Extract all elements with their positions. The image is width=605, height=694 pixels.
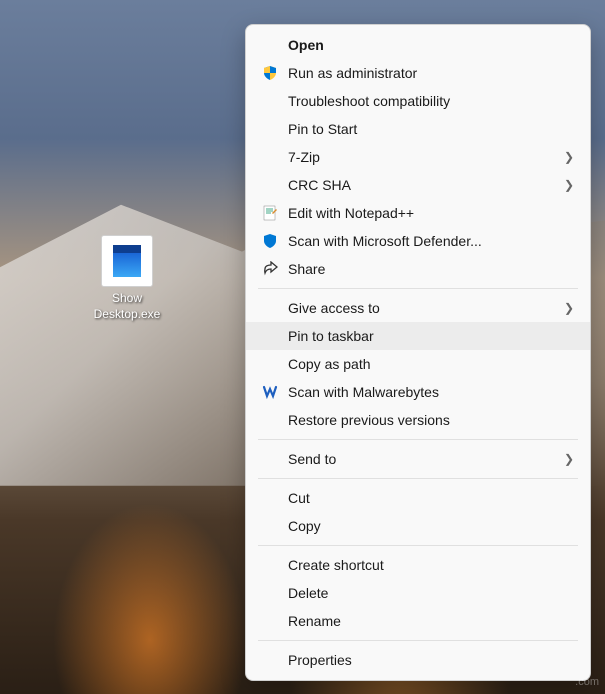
chevron-right-icon: ❯ — [564, 301, 574, 315]
menu-label: Restore previous versions — [288, 412, 574, 428]
menu-edit-notepad[interactable]: Edit with Notepad++ — [246, 199, 590, 227]
menu-label: CRC SHA — [288, 177, 564, 193]
menu-give-access[interactable]: Give access to ❯ — [246, 294, 590, 322]
menu-separator — [258, 545, 578, 546]
menu-cut[interactable]: Cut — [246, 484, 590, 512]
context-menu: Open Run as administrator Troubleshoot c… — [245, 24, 591, 681]
menu-scan-defender[interactable]: Scan with Microsoft Defender... — [246, 227, 590, 255]
menu-delete[interactable]: Delete — [246, 579, 590, 607]
menu-separator — [258, 478, 578, 479]
menu-label: Give access to — [288, 300, 564, 316]
menu-label: Edit with Notepad++ — [288, 205, 574, 221]
menu-restore-versions[interactable]: Restore previous versions — [246, 406, 590, 434]
menu-label: Send to — [288, 451, 564, 467]
defender-shield-icon — [258, 233, 282, 249]
menu-label: Rename — [288, 613, 574, 629]
chevron-right-icon: ❯ — [564, 150, 574, 164]
menu-rename[interactable]: Rename — [246, 607, 590, 635]
menu-run-admin[interactable]: Run as administrator — [246, 59, 590, 87]
menu-crc-sha[interactable]: CRC SHA ❯ — [246, 171, 590, 199]
menu-separator — [258, 439, 578, 440]
menu-separator — [258, 288, 578, 289]
chevron-right-icon: ❯ — [564, 452, 574, 466]
menu-open[interactable]: Open — [246, 31, 590, 59]
menu-label: Cut — [288, 490, 574, 506]
menu-label: Delete — [288, 585, 574, 601]
menu-properties[interactable]: Properties — [246, 646, 590, 674]
menu-create-shortcut[interactable]: Create shortcut — [246, 551, 590, 579]
menu-label: Properties — [288, 652, 574, 668]
menu-scan-malwarebytes[interactable]: Scan with Malwarebytes — [246, 378, 590, 406]
chevron-right-icon: ❯ — [564, 178, 574, 192]
malwarebytes-icon — [258, 384, 282, 400]
menu-copy-path[interactable]: Copy as path — [246, 350, 590, 378]
menu-label: Copy as path — [288, 356, 574, 372]
menu-label: Share — [288, 261, 574, 277]
menu-pin-start[interactable]: Pin to Start — [246, 115, 590, 143]
menu-label: Pin to taskbar — [288, 328, 574, 344]
menu-copy[interactable]: Copy — [246, 512, 590, 540]
menu-label: Run as administrator — [288, 65, 574, 81]
desktop-icon-label: Show Desktop.exe — [82, 291, 172, 322]
share-icon — [258, 261, 282, 277]
menu-share[interactable]: Share — [246, 255, 590, 283]
menu-label: 7-Zip — [288, 149, 564, 165]
menu-pin-taskbar[interactable]: Pin to taskbar — [246, 322, 590, 350]
menu-send-to[interactable]: Send to ❯ — [246, 445, 590, 473]
notepad-icon — [258, 205, 282, 221]
shield-admin-icon — [258, 65, 282, 81]
menu-label: Pin to Start — [288, 121, 574, 137]
menu-separator — [258, 640, 578, 641]
menu-label: Troubleshoot compatibility — [288, 93, 574, 109]
menu-troubleshoot[interactable]: Troubleshoot compatibility — [246, 87, 590, 115]
menu-label: Scan with Malwarebytes — [288, 384, 574, 400]
menu-label: Scan with Microsoft Defender... — [288, 233, 574, 249]
menu-7zip[interactable]: 7-Zip ❯ — [246, 143, 590, 171]
watermark-text: .com — [575, 676, 599, 688]
menu-label: Copy — [288, 518, 574, 534]
menu-label: Create shortcut — [288, 557, 574, 573]
menu-label: Open — [288, 37, 574, 53]
desktop-file-icon[interactable]: Show Desktop.exe — [82, 235, 172, 322]
exe-icon — [101, 235, 153, 287]
